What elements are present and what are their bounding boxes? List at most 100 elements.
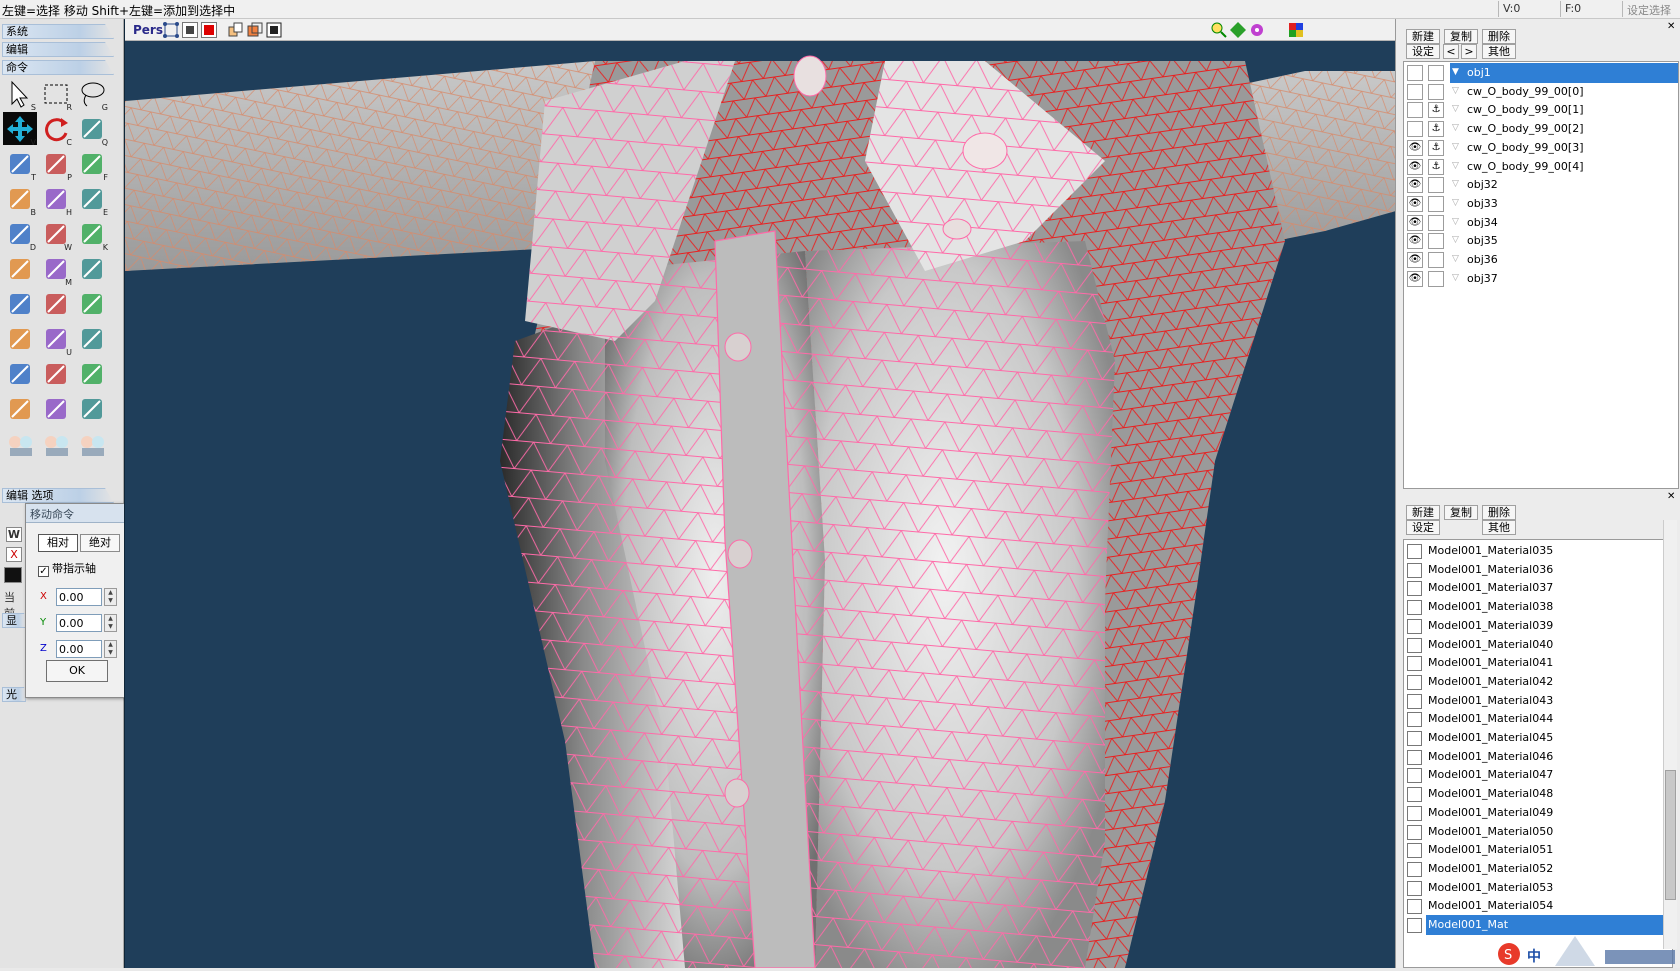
material-row[interactable]: Model001_Material048 <box>1404 784 1672 804</box>
expand-arrow-icon[interactable]: ▽ <box>1452 86 1459 96</box>
material-checkbox[interactable] <box>1407 787 1422 803</box>
vertex-frame-tool-button[interactable] <box>75 357 109 390</box>
lock-icon[interactable] <box>1428 233 1444 250</box>
scroll-thumb[interactable] <box>1665 770 1676 900</box>
curve-arrow-tool-button[interactable] <box>3 252 37 285</box>
material-checkbox[interactable] <box>1407 880 1422 896</box>
cylinder-tool-button[interactable] <box>3 322 37 355</box>
object-row[interactable]: 👁 ⚓ ▽ cw_O_body_99_00[3] <box>1404 138 1678 158</box>
expand-arrow-icon[interactable]: ▽ <box>1452 198 1459 208</box>
object-row[interactable]: 👁 ▽ obj33 <box>1404 194 1678 214</box>
magnet-tool-button[interactable]: B <box>3 182 37 217</box>
rotate-tool-button[interactable]: C <box>39 112 73 147</box>
lock-icon[interactable] <box>1428 195 1444 212</box>
material-row[interactable]: Model001_Material042 <box>1404 672 1672 692</box>
z-spinner[interactable]: ▲ ▼ <box>104 640 117 658</box>
material-row[interactable]: Model001_Material038 <box>1404 597 1672 617</box>
material-checkbox[interactable] <box>1407 843 1422 859</box>
material-row[interactable]: Model001_Material041 <box>1404 653 1672 673</box>
expand-arrow-icon[interactable]: ▼ <box>1452 67 1459 77</box>
knife-tool-button[interactable]: H <box>39 182 73 217</box>
material-checkbox[interactable] <box>1407 712 1422 728</box>
lock-icon[interactable] <box>1428 270 1444 287</box>
close-icon[interactable]: ✕ <box>1667 491 1675 502</box>
z-input[interactable] <box>56 640 102 658</box>
checkbox-check-icon[interactable]: ✓ <box>38 566 49 577</box>
grid-cube-tool-button[interactable] <box>3 287 37 320</box>
visibility-eye-icon[interactable] <box>1407 83 1423 100</box>
material-row[interactable]: Model001_Material052 <box>1404 859 1672 879</box>
material-checkbox[interactable] <box>1407 656 1422 672</box>
paint-brush-tool-button[interactable]: M <box>39 252 73 287</box>
material-checkbox[interactable] <box>1407 805 1422 821</box>
paint-bucket-tool-button[interactable]: U <box>39 322 73 357</box>
model-render[interactable] <box>125 41 1395 968</box>
wireframe-edit-tool-button[interactable]: W <box>39 217 73 252</box>
material-row[interactable]: Model001_Material046 <box>1404 747 1672 767</box>
material-checkbox[interactable] <box>1407 731 1422 746</box>
object-row[interactable]: 👁 ▽ obj36 <box>1404 250 1678 270</box>
visibility-eye-icon[interactable]: 👁 <box>1407 214 1423 231</box>
side-x-button[interactable]: X <box>6 547 22 562</box>
object-row[interactable]: ▽ cw_O_body_99_00[0] <box>1404 82 1678 102</box>
plane-primitive-tool-button[interactable]: F <box>75 147 109 182</box>
expand-arrow-icon[interactable]: ▽ <box>1452 217 1459 227</box>
material-checkbox[interactable] <box>1407 693 1422 709</box>
material-checkbox[interactable] <box>1407 674 1422 690</box>
material-checkbox[interactable] <box>1407 600 1422 616</box>
object-row[interactable]: 👁 ⚓ ▽ cw_O_body_99_00[4] <box>1404 157 1678 177</box>
material-row[interactable]: Model001_Material039 <box>1404 616 1672 636</box>
character-heads-2-tool-button[interactable] <box>39 427 73 460</box>
material-row[interactable]: Model001_Material036 <box>1404 560 1672 580</box>
expand-arrow-icon[interactable]: ▽ <box>1452 179 1459 189</box>
lock-icon[interactable]: ⚓ <box>1428 158 1444 175</box>
material-checkbox[interactable] <box>1407 749 1422 765</box>
section-edit[interactable]: 编辑 <box>2 42 114 57</box>
material-copy-button[interactable]: 复制 <box>1444 505 1478 520</box>
material-checkbox[interactable] <box>1407 618 1422 634</box>
ime-logo-icon[interactable]: S <box>1495 936 1680 968</box>
character-heads-3-tool-button[interactable] <box>75 427 109 460</box>
orbit-icon[interactable] <box>1249 22 1265 38</box>
zoom-icon[interactable] <box>1211 22 1227 38</box>
3d-viewport[interactable]: Pers <box>124 19 1395 968</box>
material-row[interactable]: Model001_Material044 <box>1404 709 1672 729</box>
wire-toggle-icon[interactable] <box>182 22 198 38</box>
visibility-eye-icon[interactable] <box>1407 65 1423 81</box>
material-checkbox[interactable] <box>1407 824 1422 840</box>
close-icon[interactable]: ✕ <box>1667 21 1675 32</box>
expand-arrow-icon[interactable]: ▽ <box>1452 104 1459 114</box>
ime-language-label[interactable]: 中 <box>1527 946 1541 966</box>
box-primitive-tool-button[interactable]: P <box>39 147 73 182</box>
dialog-title[interactable]: 移动命令 <box>26 504 128 523</box>
view-mode-label[interactable]: Pers <box>133 23 163 37</box>
link-tool-button[interactable] <box>3 392 37 425</box>
expand-arrow-icon[interactable]: ▽ <box>1452 254 1459 264</box>
material-row[interactable]: Model001_Material054 <box>1404 896 1672 916</box>
material-checkbox[interactable] <box>1407 562 1422 578</box>
material-checkbox[interactable] <box>1407 861 1422 877</box>
visibility-eye-icon[interactable]: 👁 <box>1407 139 1423 156</box>
lock-icon[interactable]: ⚓ <box>1428 102 1444 119</box>
material-row[interactable]: Model001_Material043 <box>1404 691 1672 711</box>
absolute-tab[interactable]: 绝对 <box>80 534 120 552</box>
section-edit-options[interactable]: 编辑 选项 <box>2 488 114 503</box>
y-input[interactable] <box>56 614 102 632</box>
y-spinner[interactable]: ▲ ▼ <box>104 614 117 632</box>
material-checkbox[interactable] <box>1407 544 1422 559</box>
bone-tool-button[interactable] <box>39 287 73 320</box>
object-row[interactable]: 👁 ▽ obj35 <box>1404 231 1678 251</box>
camera-tool-button[interactable] <box>75 392 109 425</box>
section-command[interactable]: 命令 <box>2 60 114 75</box>
material-row[interactable]: Model001_Material037 <box>1404 578 1672 598</box>
relative-tab[interactable]: 相对 <box>38 534 78 552</box>
visibility-eye-icon[interactable]: 👁 <box>1407 158 1423 175</box>
expand-arrow-icon[interactable]: ▽ <box>1452 235 1459 245</box>
expand-arrow-icon[interactable]: ▽ <box>1452 273 1459 283</box>
trash-tool-button[interactable]: D <box>3 217 37 252</box>
material-checkbox[interactable] <box>1407 899 1422 915</box>
lock-icon[interactable]: ⚓ <box>1428 121 1444 138</box>
color-palette-icon[interactable] <box>1288 22 1304 38</box>
move-tool-button[interactable]: V <box>3 112 37 147</box>
section-system[interactable]: 系统 <box>2 24 114 39</box>
